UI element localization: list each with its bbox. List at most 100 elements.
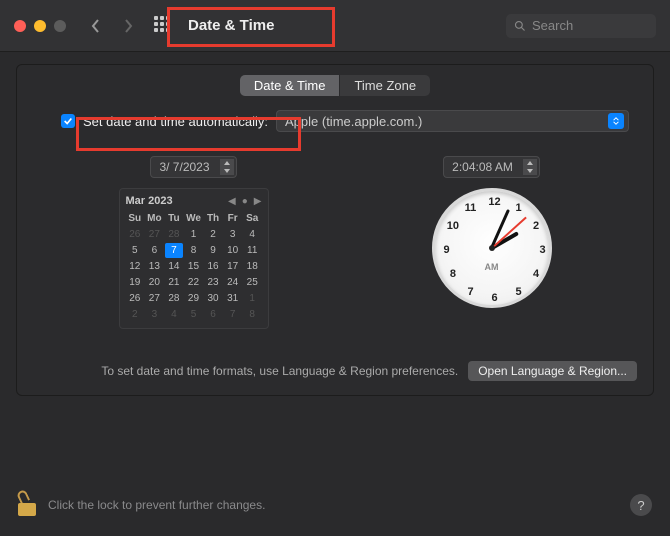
calendar-day[interactable]: 7	[165, 243, 184, 258]
calendar-day[interactable]: 28	[165, 291, 184, 306]
calendar-day[interactable]: 31	[223, 291, 242, 306]
open-language-region-button[interactable]: Open Language & Region...	[468, 361, 637, 381]
calendar-day[interactable]: 6	[145, 243, 164, 258]
calendar-day[interactable]: 24	[223, 275, 242, 290]
calendar-day[interactable]: 1	[184, 227, 203, 242]
date-step-down[interactable]	[220, 167, 234, 175]
calendar-day[interactable]: 23	[204, 275, 223, 290]
calendar-day[interactable]: 12	[126, 259, 145, 274]
forward-button[interactable]	[116, 14, 140, 38]
clock-numeral: 9	[439, 244, 455, 256]
time-column: 2:04:08 AM 121234567891011 AM	[432, 156, 552, 329]
date-step-up[interactable]	[220, 159, 234, 167]
calendar-day[interactable]: 4	[243, 227, 262, 242]
calendar-day[interactable]: 7	[223, 307, 242, 322]
minimize-window-button[interactable]	[34, 20, 46, 32]
zoom-window-button[interactable]	[54, 20, 66, 32]
calendar-prev-icon[interactable]: ◀	[228, 196, 236, 207]
segmented-control: Date & Time Time Zone	[240, 75, 430, 96]
calendar-day[interactable]: 20	[145, 275, 164, 290]
calendar-day[interactable]: 2	[204, 227, 223, 242]
calendar-day[interactable]: 11	[243, 243, 262, 258]
footer: Click the lock to prevent further change…	[0, 474, 670, 536]
calendar-day[interactable]: 17	[223, 259, 242, 274]
calendar-day[interactable]: 26	[126, 227, 145, 242]
clock-numeral: 3	[535, 244, 551, 256]
calendar-today-icon[interactable]: ●	[242, 196, 248, 207]
clock-center-icon	[489, 245, 495, 251]
calendar-day[interactable]: 25	[243, 275, 262, 290]
calendar-dow: Tu	[165, 211, 184, 226]
date-stepper[interactable]	[220, 159, 234, 175]
calendar-day[interactable]: 16	[204, 259, 223, 274]
calendar-day[interactable]: 30	[204, 291, 223, 306]
calendar-day[interactable]: 10	[223, 243, 242, 258]
time-step-up[interactable]	[523, 159, 537, 167]
tab-date-time[interactable]: Date & Time	[240, 75, 341, 96]
calendar-day[interactable]: 3	[223, 227, 242, 242]
calendar-day[interactable]: 1	[243, 291, 262, 306]
chevron-right-icon	[122, 19, 134, 33]
calendar-day[interactable]: 13	[145, 259, 164, 274]
calendar-day[interactable]: 5	[184, 307, 203, 322]
clock-numeral: 4	[528, 268, 544, 280]
date-column: 3/ 7/2023 Mar 2023 ◀ ● ▶	[119, 156, 269, 329]
search-input[interactable]: Search	[506, 14, 656, 38]
calendar-grid: SuMoTuWeThFrSa26272812345678910111213141…	[126, 211, 262, 322]
calendar-day[interactable]: 9	[204, 243, 223, 258]
calendar-dow: Th	[204, 211, 223, 226]
clock-numeral: 8	[445, 268, 461, 280]
help-button[interactable]: ?	[630, 494, 652, 516]
checkmark-icon	[63, 116, 73, 126]
calendar-day[interactable]: 29	[184, 291, 203, 306]
calendar-day[interactable]: 21	[165, 275, 184, 290]
clock-numeral: 11	[463, 202, 479, 214]
time-stepper[interactable]	[523, 159, 537, 175]
calendar-day[interactable]: 26	[126, 291, 145, 306]
calendar-day[interactable]: 27	[145, 291, 164, 306]
calendar-day[interactable]: 14	[165, 259, 184, 274]
calendar-next-icon[interactable]: ▶	[254, 196, 262, 207]
clock-numeral: 2	[528, 220, 544, 232]
calendar-day[interactable]: 8	[184, 243, 203, 258]
format-hint-text: To set date and time formats, use Langua…	[33, 364, 458, 378]
lock-hint-text: Click the lock to prevent further change…	[48, 498, 265, 512]
time-step-down[interactable]	[523, 167, 537, 175]
calendar-day[interactable]: 2	[126, 307, 145, 322]
auto-time-checkbox[interactable]	[61, 114, 75, 128]
calendar-dow: We	[184, 211, 203, 226]
lock-icon[interactable]	[18, 494, 36, 516]
search-placeholder: Search	[532, 18, 573, 33]
select-chevrons-icon	[608, 113, 624, 129]
calendar-day[interactable]: 22	[184, 275, 203, 290]
time-field[interactable]: 2:04:08 AM	[443, 156, 540, 178]
calendar-day[interactable]: 27	[145, 227, 164, 242]
calendar-day[interactable]: 18	[243, 259, 262, 274]
search-icon	[514, 20, 526, 32]
calendar-day[interactable]: 3	[145, 307, 164, 322]
time-value: 2:04:08 AM	[444, 160, 521, 174]
preferences-panel: Date & Time Time Zone Set date and time …	[16, 64, 654, 396]
chevron-left-icon	[90, 19, 102, 33]
titlebar: Date & Time Search	[0, 0, 670, 52]
calendar-day[interactable]: 15	[184, 259, 203, 274]
calendar-day[interactable]: 4	[165, 307, 184, 322]
calendar[interactable]: Mar 2023 ◀ ● ▶ SuMoTuWeThFrSa26272812345…	[119, 188, 269, 329]
show-all-icon[interactable]	[154, 16, 174, 36]
time-server-select[interactable]: Apple (time.apple.com.)	[276, 110, 629, 132]
close-window-button[interactable]	[14, 20, 26, 32]
date-field[interactable]: 3/ 7/2023	[150, 156, 236, 178]
calendar-dow: Sa	[243, 211, 262, 226]
calendar-day[interactable]: 8	[243, 307, 262, 322]
calendar-day[interactable]: 19	[126, 275, 145, 290]
clock-numeral: 1	[511, 202, 527, 214]
calendar-day[interactable]: 28	[165, 227, 184, 242]
date-value: 3/ 7/2023	[151, 160, 217, 174]
time-server-value: Apple (time.apple.com.)	[285, 114, 422, 129]
calendar-day[interactable]: 6	[204, 307, 223, 322]
calendar-day[interactable]: 5	[126, 243, 145, 258]
tab-time-zone[interactable]: Time Zone	[340, 75, 430, 96]
clock-numeral: 5	[511, 286, 527, 298]
back-button[interactable]	[84, 14, 108, 38]
analog-clock[interactable]: 121234567891011 AM	[432, 188, 552, 308]
